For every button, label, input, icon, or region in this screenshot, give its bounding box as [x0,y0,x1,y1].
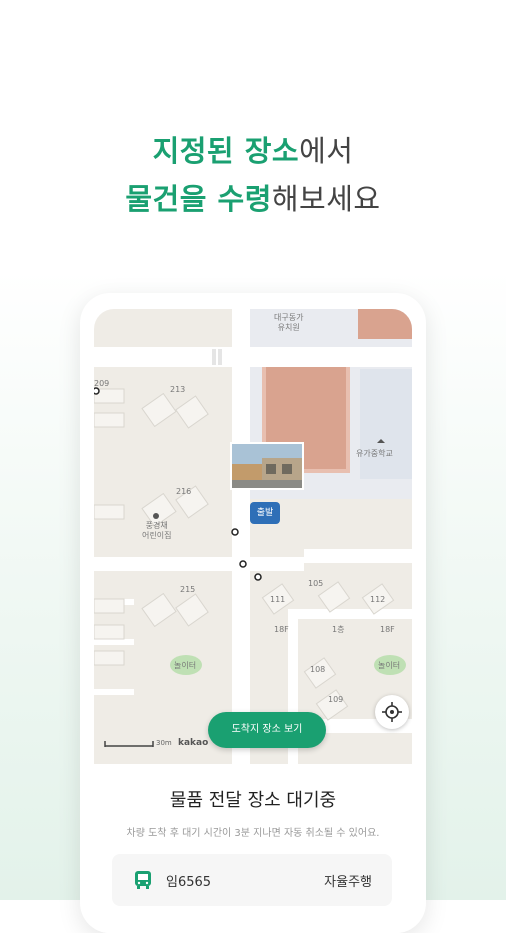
headline-line-2: 물건을 수령해보세요 [0,176,506,218]
daycare-icon [153,513,159,519]
vehicle-number: 임6565 [166,875,212,890]
phone-frame: 대구동가 유치원 유가중학교 풍경채 어린이집 놀이터 놀이터 213 216 … [80,293,426,933]
headline-rest-1: 에서 [299,134,354,168]
scale-bar [104,741,154,747]
view-destination-button[interactable]: 도착지 장소 보기 [208,712,326,748]
map-label-1f: 1층 [332,625,345,634]
map-label-playground-1: 놀이터 [174,661,197,670]
map-label-105: 105 [308,579,324,588]
scale-label: 30m [156,739,172,747]
map-label-108: 108 [310,665,326,674]
sheet-title: 물품 전달 장소 대기중 [169,790,337,811]
bus-icon [135,871,151,889]
map-label-playground-2: 놀이터 [378,661,401,670]
headline-rest-2: 해보세요 [271,182,381,216]
map-label-111: 111 [270,595,286,604]
map-label-215: 215 [180,585,196,594]
map-label-213: 213 [170,385,186,394]
headline-line-1: 지정된 장소에서 [0,128,506,170]
map-label-18f: 18F [274,625,289,634]
map-label-daycare: 풍경채 어린이집 [142,521,172,540]
kakao-logo: kakao [178,738,209,748]
headline-accent-2: 물건을 수령 [125,182,272,216]
map-label-209: 209 [94,379,110,388]
street-view-thumbnail[interactable] [230,442,304,490]
map-label-school: 유가중학교 [356,449,393,458]
vehicle-card[interactable]: 임6565 자율주행 [112,854,392,906]
map-label-109: 109 [328,695,344,704]
vehicle-status: 자율주행 [324,875,372,890]
headline-accent-1: 지정된 장소 [152,134,300,168]
locate-button[interactable] [375,695,409,729]
map-view[interactable]: 대구동가 유치원 유가중학교 풍경채 어린이집 놀이터 놀이터 213 216 … [94,309,412,764]
map-label-kindergarten: 대구동가 유치원 [274,313,304,332]
bottom-sheet: 물품 전달 장소 대기중 차량 도착 후 대기 시간이 3분 지나면 자동 취소… [94,764,412,933]
map-label-18f-2: 18F [380,625,395,634]
map-label-216: 216 [176,487,192,496]
map-label-112: 112 [370,595,386,604]
locate-icon [382,702,402,722]
sheet-subtitle: 차량 도착 후 대기 시간이 3분 지나면 자동 취소될 수 있어요. [126,828,380,839]
depart-badge: 출발 [250,502,280,524]
